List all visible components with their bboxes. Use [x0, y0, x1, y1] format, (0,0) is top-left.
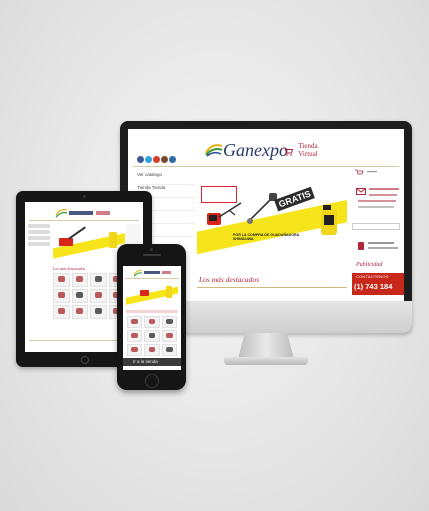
- social-links: [137, 156, 177, 164]
- tablet-camera: [83, 195, 86, 198]
- banner-caption: POR LA COMPRA DE GUADAÑADORA SHINDAIWA: [233, 233, 300, 241]
- phone-speaker: [143, 254, 161, 256]
- product-card[interactable]: [53, 289, 70, 303]
- phone-icon: [358, 242, 364, 250]
- promo-banner[interactable]: GRATIS POR LA COMPRA DE GUADAÑADORA SHIN…: [197, 183, 347, 268]
- section-title: Los más destacados: [199, 275, 260, 284]
- tablet-logo: [55, 209, 110, 218]
- product-card[interactable]: [127, 344, 143, 356]
- mail-icon: [356, 188, 366, 195]
- contact-label: CONTACTENOS: [356, 274, 389, 279]
- product-card[interactable]: [71, 273, 88, 287]
- instagram-icon[interactable]: [161, 156, 168, 163]
- brushcutter-product-image: [247, 193, 277, 224]
- menu-item[interactable]: Ver catalogo: [137, 172, 195, 185]
- contact-phone: (1) 743 184: [354, 282, 393, 291]
- facebook-icon[interactable]: [137, 156, 144, 163]
- newsletter-box: [356, 186, 400, 216]
- product-card[interactable]: [127, 316, 143, 328]
- product-card[interactable]: [90, 289, 107, 303]
- product-card[interactable]: [161, 316, 177, 328]
- tablet-menu: [28, 224, 50, 248]
- logo-subtitle: Tienda Virtual: [298, 142, 318, 158]
- tablet-product-grid: [53, 273, 125, 319]
- youtube-icon[interactable]: [169, 156, 176, 163]
- tablet-home-button[interactable]: [81, 356, 89, 364]
- product-card[interactable]: [53, 305, 70, 319]
- phone-footer-bar[interactable]: Ir a la tienda: [123, 358, 181, 366]
- product-card[interactable]: [90, 273, 107, 287]
- phone-screen: Ir a la tienda: [123, 266, 181, 370]
- monitor-stand: [238, 333, 294, 359]
- product-card[interactable]: [144, 330, 160, 342]
- newsletter-input[interactable]: [352, 223, 400, 230]
- sprayer-product-image: [321, 205, 337, 235]
- product-card[interactable]: [144, 316, 160, 328]
- section-divider: [197, 287, 347, 288]
- logo-swoosh-icon: [205, 144, 223, 157]
- twitter-icon[interactable]: [145, 156, 152, 163]
- product-card[interactable]: [161, 344, 177, 356]
- phone-footer-label: Ir a la tienda: [133, 359, 158, 364]
- site-logo[interactable]: Ganexpo Tienda Virtual: [205, 137, 325, 165]
- contact-box[interactable]: CONTACTENOS (1) 743 184: [352, 273, 404, 295]
- product-card[interactable]: [90, 305, 107, 319]
- product-card[interactable]: [127, 330, 143, 342]
- product-card[interactable]: [144, 344, 160, 356]
- header-shop-icons: [353, 163, 393, 175]
- product-card[interactable]: [71, 289, 88, 303]
- tablet-banner[interactable]: [53, 224, 125, 262]
- publicidad-title: Publicidad: [356, 262, 383, 268]
- trimmer-product-image: [207, 202, 242, 225]
- phone-camera: [150, 248, 153, 251]
- phone-logo: [133, 270, 171, 277]
- phone-home-button[interactable]: [145, 374, 159, 388]
- product-card[interactable]: [161, 330, 177, 342]
- product-card[interactable]: [71, 305, 88, 319]
- tablet-section-title: Los más destacados: [53, 266, 86, 271]
- cart-icon: [355, 169, 364, 175]
- monitor-base: [224, 357, 308, 365]
- phone-banner[interactable]: [126, 282, 178, 306]
- logo-text: Ganexpo: [223, 140, 288, 160]
- phone-product-grid: [127, 316, 177, 356]
- product-card[interactable]: [53, 273, 70, 287]
- google-plus-icon[interactable]: [153, 156, 160, 163]
